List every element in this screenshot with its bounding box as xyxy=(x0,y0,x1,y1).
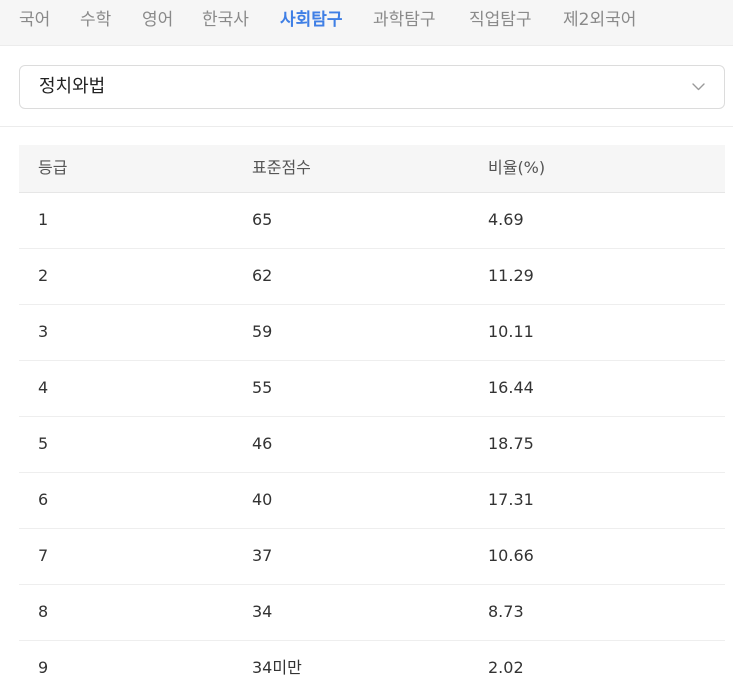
ratio-cell: 16.44 xyxy=(488,378,534,397)
header-standard-score: 표준점수 xyxy=(252,158,311,177)
chevron-down-icon xyxy=(692,83,705,91)
tab-korean-history[interactable]: 한국사 xyxy=(202,8,249,32)
grade-cell: 7 xyxy=(38,546,49,565)
grade-cell: 2 xyxy=(38,266,49,285)
grade-cell: 6 xyxy=(38,490,49,509)
ratio-cell: 18.75 xyxy=(488,434,534,453)
tab-science[interactable]: 과학탐구 xyxy=(373,8,436,32)
table-row: 2 62 11.29 xyxy=(19,249,725,305)
tab-second-foreign-language[interactable]: 제2외국어 xyxy=(563,8,636,32)
standard-score-cell: 34미만 xyxy=(252,658,302,677)
table-row: 5 46 18.75 xyxy=(19,417,725,473)
grade-cell: 9 xyxy=(38,658,49,677)
subject-select-area: 정치와법 xyxy=(0,46,733,127)
tab-korean[interactable]: 국어 xyxy=(19,8,50,32)
standard-score-cell: 40 xyxy=(252,490,273,509)
standard-score-cell: 37 xyxy=(252,546,273,565)
standard-score-cell: 62 xyxy=(252,266,273,285)
header-grade: 등급 xyxy=(38,158,68,177)
header-ratio: 비율(%) xyxy=(488,158,546,177)
table-row: 3 59 10.11 xyxy=(19,305,725,361)
standard-score-cell: 59 xyxy=(252,322,273,341)
table-row: 4 55 16.44 xyxy=(19,361,725,417)
ratio-cell: 8.73 xyxy=(488,602,524,621)
subject-select[interactable]: 정치와법 xyxy=(19,65,725,109)
standard-score-cell: 34 xyxy=(252,602,273,621)
grade-cell: 3 xyxy=(38,322,49,341)
ratio-cell: 10.11 xyxy=(488,322,534,341)
grade-cut-table: 등급 표준점수 비율(%) 1 65 4.69 2 62 11.29 3 59 10.11 4 55… xyxy=(19,145,725,697)
standard-score-cell: 65 xyxy=(252,210,273,229)
ratio-cell: 10.66 xyxy=(488,546,534,565)
table-row: 1 65 4.69 xyxy=(19,193,725,249)
grade-cell: 1 xyxy=(38,210,49,229)
ratio-cell: 2.02 xyxy=(488,658,524,677)
standard-score-cell: 46 xyxy=(252,434,273,453)
tab-english[interactable]: 영어 xyxy=(142,8,173,32)
ratio-cell: 4.69 xyxy=(488,210,524,229)
standard-score-cell: 55 xyxy=(252,378,273,397)
tab-vocational[interactable]: 직업탐구 xyxy=(469,8,532,32)
ratio-cell: 17.31 xyxy=(488,490,534,509)
tab-math[interactable]: 수학 xyxy=(80,8,111,32)
ratio-cell: 11.29 xyxy=(488,266,534,285)
table-header: 등급 표준점수 비율(%) xyxy=(19,145,725,193)
table-row: 8 34 8.73 xyxy=(19,585,725,641)
subject-select-value: 정치와법 xyxy=(39,76,106,97)
table-row: 7 37 10.66 xyxy=(19,529,725,585)
grade-cell: 4 xyxy=(38,378,49,397)
subject-tab-bar: 국어 수학 영어 한국사 사회탐구 과학탐구 직업탐구 제2외국어 xyxy=(0,0,733,46)
table-row: 6 40 17.31 xyxy=(19,473,725,529)
table-body: 1 65 4.69 2 62 11.29 3 59 10.11 4 55 16.44 5 46 18.75 6… xyxy=(19,193,725,697)
tab-social-studies[interactable]: 사회탐구 xyxy=(280,8,343,32)
grade-cell: 8 xyxy=(38,602,49,621)
grade-cell: 5 xyxy=(38,434,49,453)
